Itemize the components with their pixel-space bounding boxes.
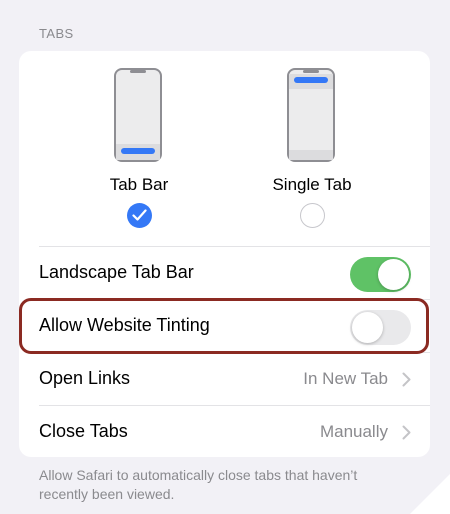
phone-single-tab-icon (287, 68, 335, 162)
close-tabs-label: Close Tabs (39, 421, 128, 441)
section-header: TABS (39, 26, 74, 41)
open-links-value: In New Tab (303, 369, 388, 388)
tab-bar-radio[interactable] (127, 203, 152, 228)
tab-bar-label: Tab Bar (109, 175, 169, 194)
single-tab-option[interactable]: Single Tab (232, 51, 392, 246)
toggle-knob (352, 312, 383, 343)
checkmark-icon (132, 209, 147, 221)
allow-website-tinting-label: Allow Website Tinting (39, 315, 210, 335)
tab-bar-option[interactable]: Tab Bar (59, 51, 219, 246)
allow-website-tinting-row: Allow Website Tinting (19, 300, 430, 352)
phone-tab-bar-icon (114, 68, 162, 162)
chevron-right-icon (402, 425, 411, 440)
toggle-knob (378, 259, 409, 290)
open-links-label: Open Links (39, 368, 131, 388)
close-tabs-row[interactable]: Close Tabs Manually (19, 406, 430, 458)
chevron-right-icon (402, 372, 411, 387)
close-tabs-value: Manually (319, 422, 388, 441)
landscape-tab-bar-row: Landscape Tab Bar (19, 247, 430, 299)
single-tab-label: Single Tab (272, 175, 352, 194)
landscape-tab-bar-toggle[interactable] (350, 257, 411, 292)
section-footer: Allow Safari to automatically close tabs… (39, 467, 358, 502)
allow-website-tinting-toggle[interactable] (350, 310, 411, 345)
single-tab-radio[interactable] (300, 203, 325, 228)
landscape-tab-bar-label: Landscape Tab Bar (39, 262, 194, 282)
tabs-settings-card: Tab Bar Single Tab Landscape Tab Bar All… (19, 51, 430, 457)
open-links-row[interactable]: Open Links In New Tab (19, 353, 430, 405)
page-corner (410, 474, 450, 514)
